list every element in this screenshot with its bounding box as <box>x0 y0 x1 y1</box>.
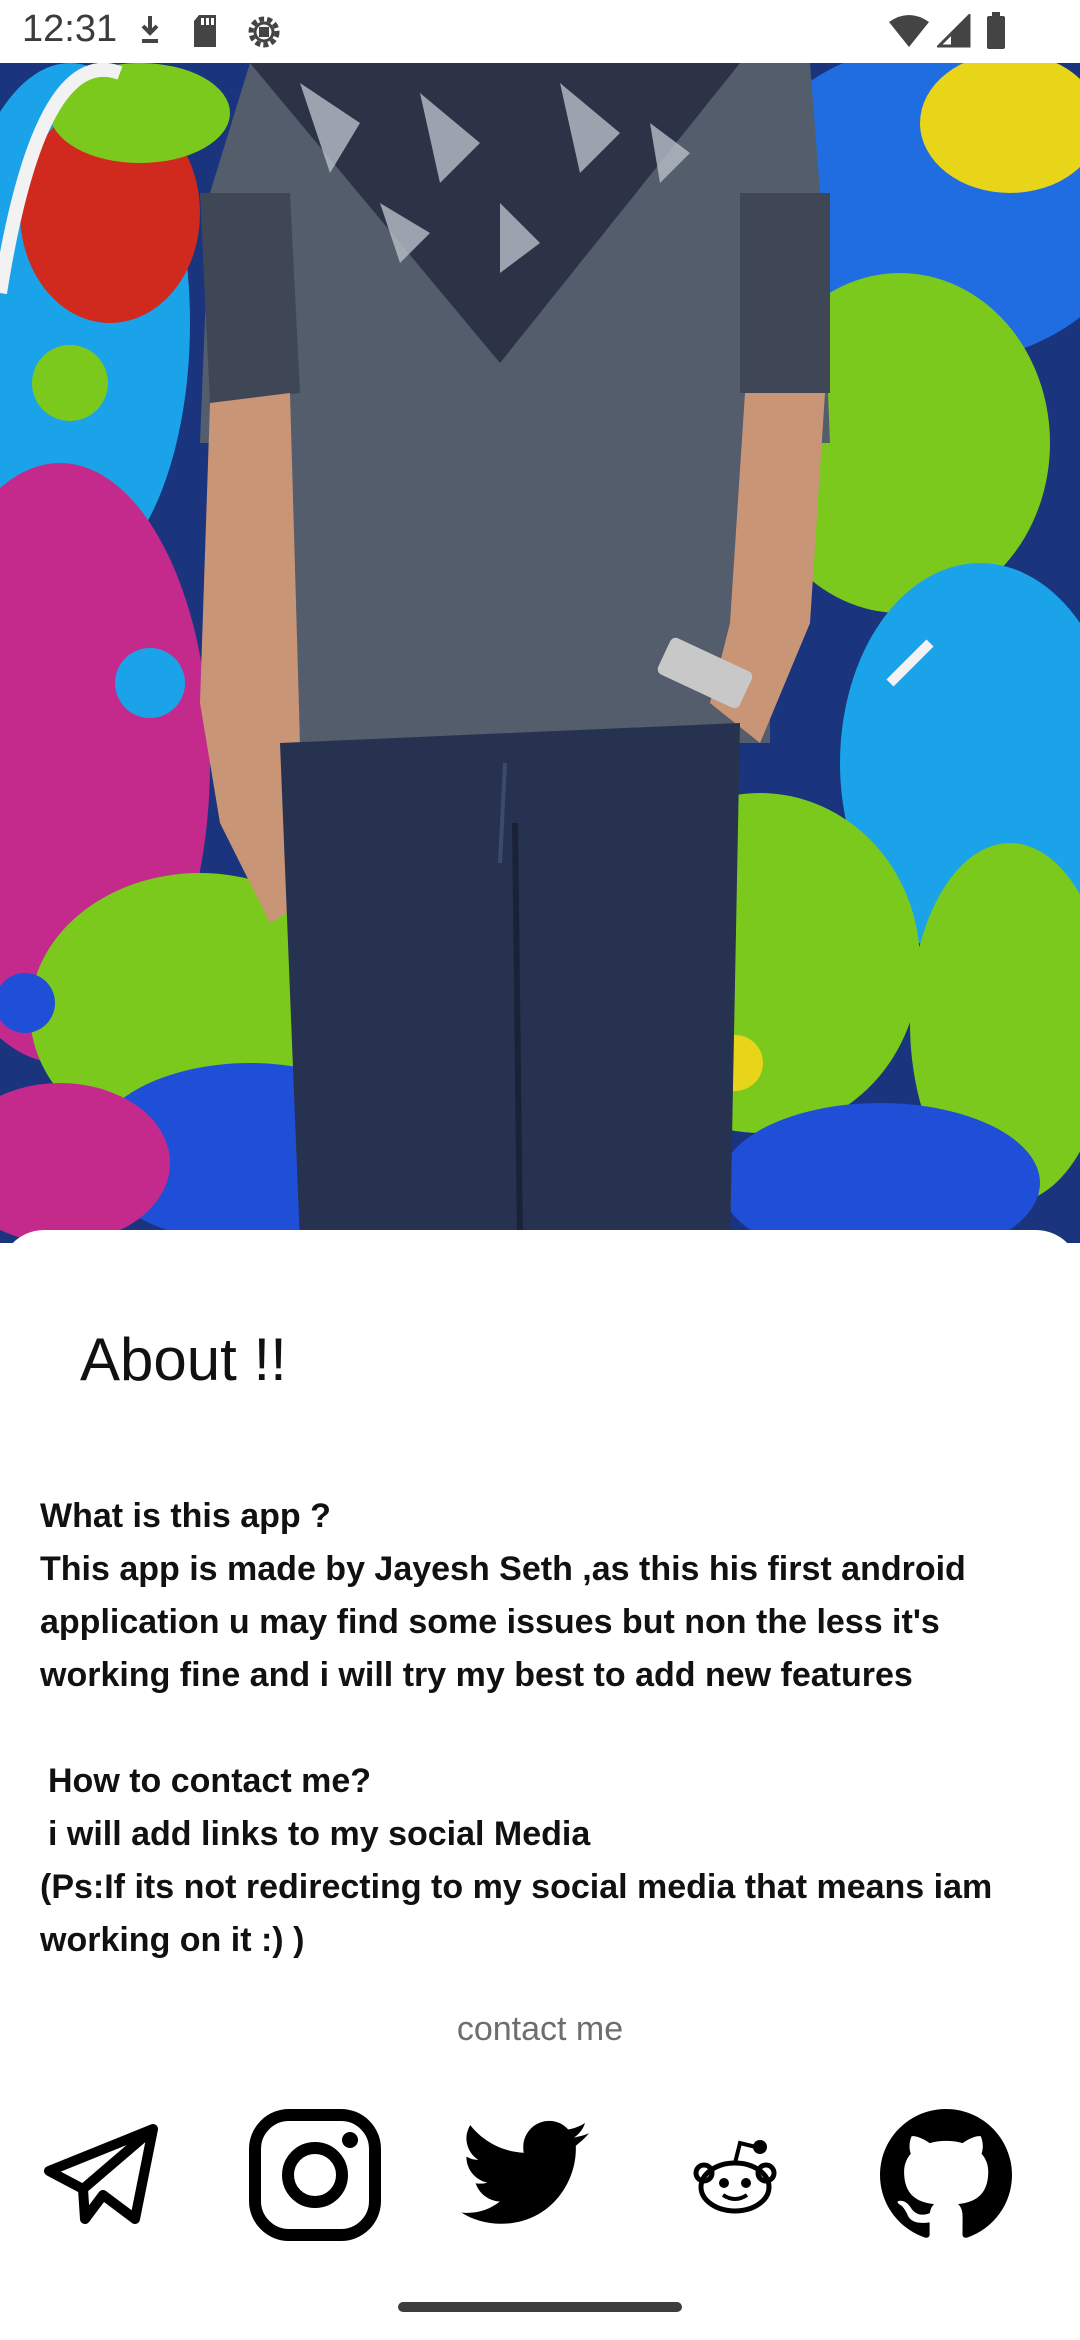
settings-icon <box>245 13 283 56</box>
about-screen: 12:31 About !! What is this app ? This a… <box>0 0 1080 2340</box>
hero-photo <box>0 63 1080 1243</box>
instagram-button[interactable] <box>240 2100 390 2250</box>
contact-me-label: contact me <box>456 2010 624 2048</box>
status-bar: 12:31 <box>0 0 1080 63</box>
github-button[interactable] <box>871 2100 1021 2250</box>
reddit-icon <box>693 2140 777 2214</box>
answer-social-links: i will add links to my social Media <box>48 1815 591 1853</box>
reddit-button[interactable] <box>660 2100 810 2250</box>
twitter-icon <box>461 2120 589 2224</box>
question-how-to-contact: How to contact me? <box>48 1762 372 1800</box>
sd-card-icon <box>190 13 220 54</box>
home-indicator[interactable] <box>398 2302 682 2312</box>
about-body: What is this app ? This app is made by J… <box>40 1490 1050 1967</box>
about-sheet: About !! What is this app ? This app is … <box>0 1230 1080 2340</box>
social-links <box>0 2100 1080 2250</box>
about-title: About !! <box>80 1326 287 1393</box>
wifi-icon <box>888 14 930 53</box>
signal-icon <box>935 12 971 53</box>
download-icon <box>135 13 165 54</box>
instagram-icon <box>249 2109 381 2241</box>
telegram-button[interactable] <box>27 2100 177 2250</box>
status-time: 12:31 <box>22 8 118 50</box>
answer-ps-note: (Ps:If its not redirecting to my social … <box>40 1868 993 1959</box>
battery-icon <box>985 12 1007 55</box>
question-what-is-app: What is this app ? <box>40 1497 331 1535</box>
twitter-button[interactable] <box>451 2100 601 2250</box>
github-icon <box>880 2109 1012 2238</box>
answer-what-is-app: This app is made by Jayesh Seth ,as this… <box>40 1550 966 1694</box>
telegram-icon <box>44 2124 158 2224</box>
